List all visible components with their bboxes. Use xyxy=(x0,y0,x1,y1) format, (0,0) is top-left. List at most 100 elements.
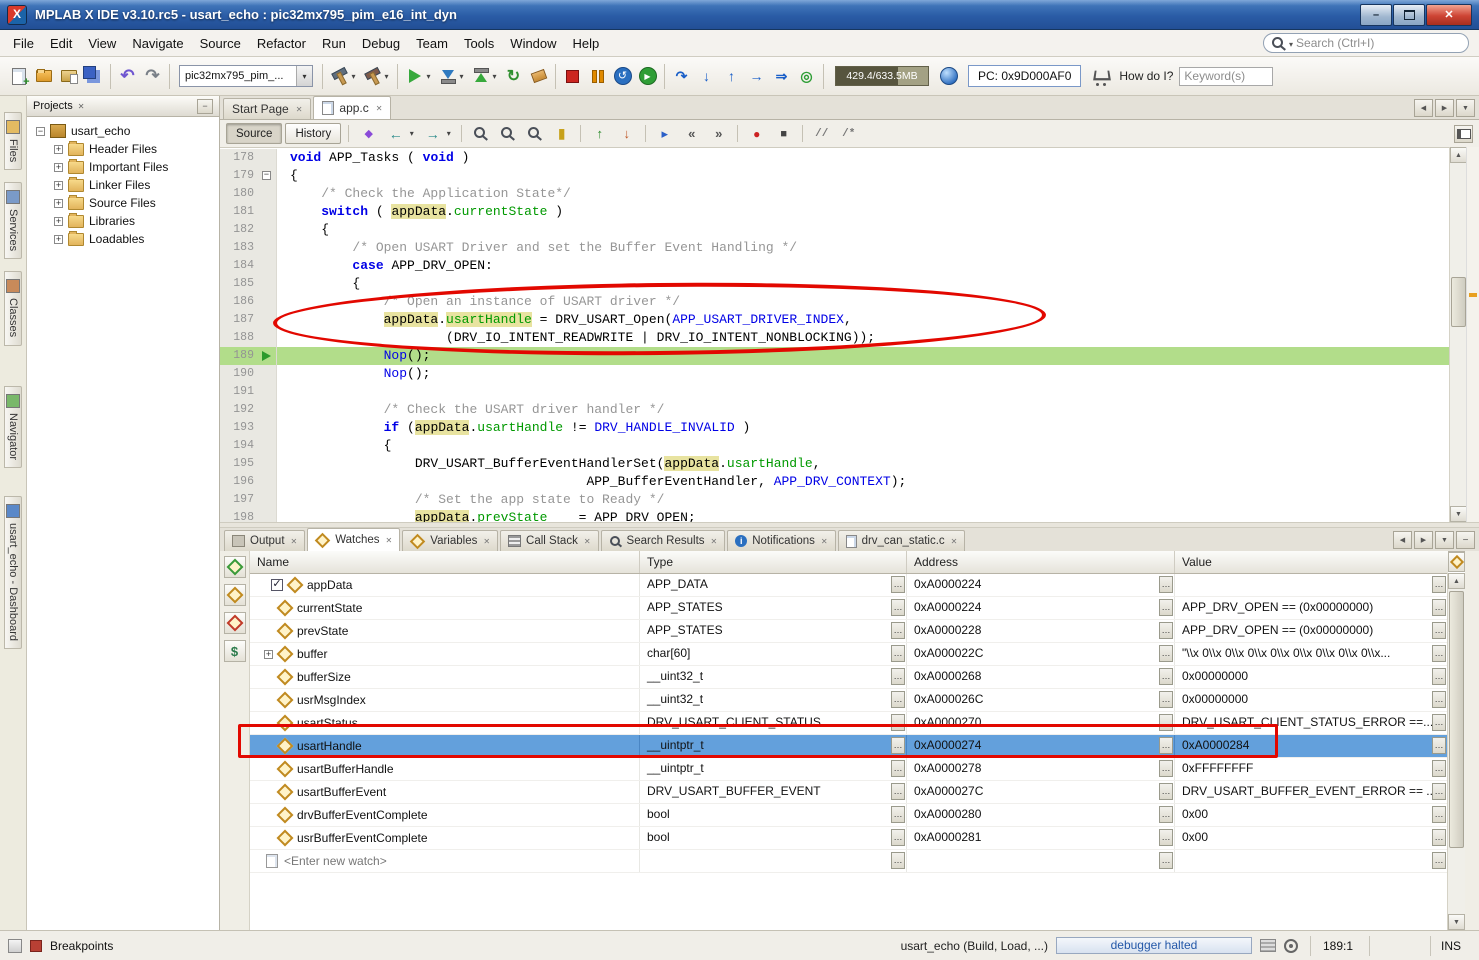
maximize-button[interactable] xyxy=(1393,4,1425,26)
dock-tab-navigator[interactable]: Navigator xyxy=(4,386,22,468)
cell-edit-button[interactable]: … xyxy=(1432,714,1446,731)
close-button[interactable] xyxy=(1426,4,1472,26)
menu-tools[interactable]: Tools xyxy=(456,32,502,55)
find-selection-button[interactable] xyxy=(468,121,493,147)
editor-scrollbar-thumb[interactable] xyxy=(1451,277,1466,327)
toggle-bookmark-button[interactable]: ▸ xyxy=(652,121,677,147)
watch-enabled-checkbox[interactable]: ✓ xyxy=(271,579,283,591)
shift-right-button[interactable]: » xyxy=(706,121,731,147)
dropdown-arrow-icon[interactable]: ▾ xyxy=(456,63,467,89)
watches-vertical-scrollbar[interactable] xyxy=(1447,573,1465,930)
stop-macro-button[interactable]: ■ xyxy=(771,121,796,147)
cell-edit-button[interactable]: … xyxy=(891,737,905,754)
watch-row-usrbuffereventcomplete[interactable]: usrBufferEventCompletebool…0xA0000281…0x… xyxy=(250,827,1448,850)
expand-icon[interactable]: + xyxy=(54,217,63,226)
step-out-button[interactable]: ↑ xyxy=(719,63,744,89)
editor-tab-app-c[interactable]: app.c✕ xyxy=(313,96,391,119)
tree-node-project[interactable]: −usart_echo xyxy=(27,122,219,140)
dock-tab-files[interactable]: Files xyxy=(4,112,22,170)
store-button[interactable] xyxy=(1088,63,1113,89)
bottom-tab-drv-can-static-c[interactable]: drv_can_static.c✕ xyxy=(838,530,966,551)
watch-row-usartstatus[interactable]: usartStatusDRV_USART_CLIENT_STATUS…0xA00… xyxy=(250,712,1448,735)
tab-list-button[interactable] xyxy=(1456,99,1475,117)
redo-button[interactable]: ↷ xyxy=(140,63,165,89)
refresh-debug-tool-button[interactable]: ↻ xyxy=(501,63,526,89)
erase-device-button[interactable] xyxy=(526,63,551,89)
toggle-highlight-button[interactable]: ▮ xyxy=(549,121,574,147)
cell-edit-button[interactable]: … xyxy=(891,760,905,777)
search-dropdown-icon[interactable] xyxy=(1289,36,1293,50)
column-header-address[interactable]: Address xyxy=(907,551,1175,573)
bottom-tab-variables[interactable]: Variables✕ xyxy=(402,530,498,551)
new-watch-row[interactable]: <Enter new watch>……… xyxy=(250,850,1448,873)
forward-button[interactable]: → xyxy=(420,121,445,147)
close-tab-icon[interactable]: ✕ xyxy=(584,537,591,546)
menu-team[interactable]: Team xyxy=(408,32,456,55)
cell-edit-button[interactable]: … xyxy=(1159,806,1173,823)
menu-refactor[interactable]: Refactor xyxy=(249,32,314,55)
tree-node-loadables[interactable]: +Loadables xyxy=(27,230,219,248)
cell-edit-button[interactable]: … xyxy=(1432,622,1446,639)
close-tab-icon[interactable]: ✕ xyxy=(951,537,958,546)
ide-log-button[interactable] xyxy=(936,63,961,89)
tree-node-libraries[interactable]: +Libraries xyxy=(27,212,219,230)
make-program-device-button[interactable] xyxy=(435,63,460,89)
open-project-button[interactable] xyxy=(56,63,81,89)
close-tab-icon[interactable]: ✕ xyxy=(711,537,718,546)
find-previous-button[interactable] xyxy=(522,121,547,147)
tree-node-linker-files[interactable]: +Linker Files xyxy=(27,176,219,194)
cell-edit-button[interactable]: … xyxy=(1432,645,1446,662)
dock-tab-classes[interactable]: Classes xyxy=(4,271,22,345)
dropdown-arrow-icon[interactable]: ▾ xyxy=(406,121,417,147)
bottom-tab-output[interactable]: Output✕ xyxy=(224,530,305,551)
cell-edit-button[interactable]: … xyxy=(1159,691,1173,708)
delete-watch-button[interactable] xyxy=(224,612,246,634)
bottom-tab-search-results[interactable]: Search Results✕ xyxy=(601,530,726,551)
cell-edit-button[interactable]: … xyxy=(1432,576,1446,593)
menu-help[interactable]: Help xyxy=(565,32,608,55)
bottom-tab-watches[interactable]: Watches✕ xyxy=(307,528,400,551)
new-file-button[interactable] xyxy=(6,63,31,89)
tree-node-header-files[interactable]: +Header Files xyxy=(27,140,219,158)
scroll-tabs-left-button[interactable] xyxy=(1414,99,1433,117)
cell-edit-button[interactable]: … xyxy=(891,691,905,708)
edit-watch-button[interactable] xyxy=(224,584,246,606)
menu-edit[interactable]: Edit xyxy=(42,32,80,55)
bottom-tab-call-stack[interactable]: Call Stack✕ xyxy=(500,530,598,551)
cell-edit-button[interactable]: … xyxy=(1432,737,1446,754)
next-occurrence-button[interactable]: ↓ xyxy=(614,121,639,147)
continue-button[interactable]: ▶ xyxy=(635,63,660,89)
cell-edit-button[interactable]: … xyxy=(1159,760,1173,777)
menu-view[interactable]: View xyxy=(80,32,124,55)
dropdown-arrow-icon[interactable]: ▾ xyxy=(423,63,434,89)
tree-node-important-files[interactable]: +Important Files xyxy=(27,158,219,176)
dock-tab-services[interactable]: Services xyxy=(4,182,22,259)
watch-row-usartbufferhandle[interactable]: usartBufferHandle__uintptr_t…0xA0000278…… xyxy=(250,758,1448,781)
start-macro-button[interactable]: ● xyxy=(744,121,769,147)
dock-tab-usart-echo-dashboard[interactable]: usart_echo - Dashboard xyxy=(4,496,22,649)
watch-row-usartbufferevent[interactable]: usartBufferEventDRV_USART_BUFFER_EVENT…0… xyxy=(250,781,1448,804)
warning-mark[interactable] xyxy=(1469,293,1477,297)
editor-mode-icon[interactable] xyxy=(8,939,22,953)
cell-edit-button[interactable]: … xyxy=(1432,806,1446,823)
cell-edit-button[interactable]: … xyxy=(1432,691,1446,708)
uncomment-button[interactable]: /* xyxy=(836,121,861,147)
cell-edit-button[interactable]: … xyxy=(891,668,905,685)
scroll-up-arrow-icon[interactable] xyxy=(1450,147,1467,163)
cell-edit-button[interactable]: … xyxy=(891,714,905,731)
cell-edit-button[interactable]: … xyxy=(1432,783,1446,800)
expand-icon[interactable]: + xyxy=(54,235,63,244)
minimize-panel-button[interactable] xyxy=(1456,531,1475,549)
watch-options-button[interactable] xyxy=(1448,552,1465,572)
cell-edit-button[interactable]: … xyxy=(1159,622,1173,639)
howdoi-input[interactable]: Keyword(s) xyxy=(1179,67,1273,86)
cell-edit-button[interactable]: … xyxy=(1159,714,1173,731)
hex-display-button[interactable] xyxy=(224,640,246,662)
expand-icon[interactable]: + xyxy=(264,650,273,659)
save-all-button[interactable] xyxy=(81,63,106,89)
undo-button[interactable]: ↶ xyxy=(115,63,140,89)
column-header-type[interactable]: Type xyxy=(640,551,907,573)
cell-edit-button[interactable]: … xyxy=(891,622,905,639)
collapse-icon[interactable]: − xyxy=(36,127,45,136)
comment-button[interactable]: // xyxy=(809,121,834,147)
